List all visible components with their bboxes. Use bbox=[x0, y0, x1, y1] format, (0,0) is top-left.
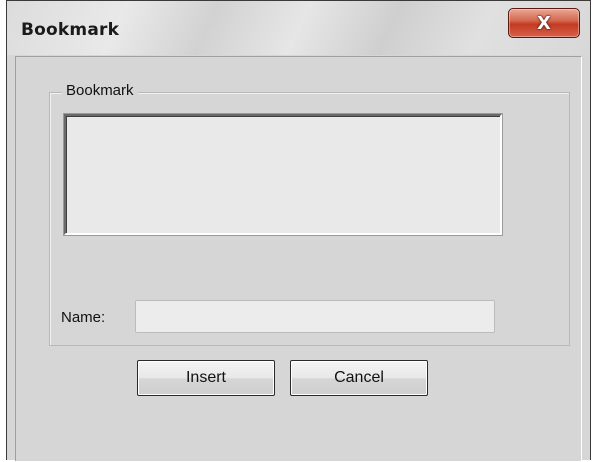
bookmark-list[interactable] bbox=[63, 113, 503, 236]
title-bar[interactable]: Bookmark X bbox=[7, 1, 590, 55]
close-button[interactable]: X bbox=[508, 8, 580, 38]
groupbox-label: Bookmark bbox=[62, 82, 138, 99]
close-icon: X bbox=[537, 12, 551, 34]
bookmark-list-inner bbox=[66, 116, 500, 233]
name-label: Name: bbox=[61, 309, 106, 326]
cancel-button[interactable]: Cancel bbox=[290, 360, 428, 396]
bookmark-groupbox: Bookmark Name: bbox=[49, 82, 570, 346]
dialog-body: Bookmark Name: Insert Cancel bbox=[15, 56, 582, 461]
insert-button[interactable]: Insert bbox=[137, 360, 275, 396]
name-input[interactable] bbox=[135, 300, 495, 333]
dialog-title: Bookmark bbox=[21, 20, 120, 40]
bookmark-dialog: Bookmark X Bookmark Name: Insert Cancel bbox=[6, 0, 591, 461]
